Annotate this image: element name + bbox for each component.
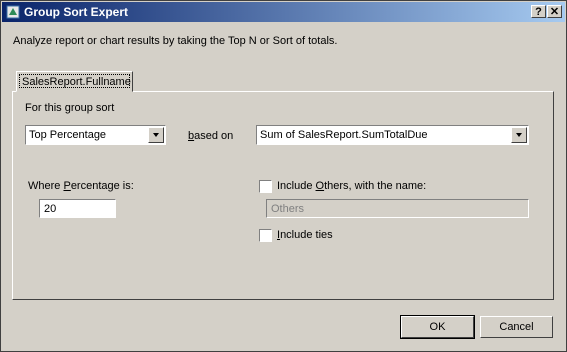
include-others-label: Include Others, with the name: <box>277 180 427 192</box>
group-sort-label: For this group sort <box>25 102 115 114</box>
cancel-button[interactable]: Cancel <box>480 316 553 338</box>
percentage-input[interactable]: 20 <box>39 199 116 218</box>
chevron-down-icon[interactable] <box>511 127 527 143</box>
chevron-down-icon[interactable] <box>148 127 164 143</box>
tab-salesreport-fullname[interactable]: SalesReport.Fullname <box>16 71 133 92</box>
window-title: Group Sort Expert <box>24 5 129 19</box>
others-name-input[interactable]: Others <box>266 199 529 218</box>
title-bar[interactable]: Group Sort Expert ? ✕ <box>2 2 565 22</box>
close-button[interactable]: ✕ <box>547 5 562 18</box>
include-ties-checkbox[interactable] <box>259 229 272 242</box>
based-on-select[interactable]: Sum of SalesReport.SumTotalDue <box>256 125 529 145</box>
help-button[interactable]: ? <box>531 5 546 18</box>
sort-type-select[interactable]: Top Percentage <box>25 125 166 145</box>
ok-button[interactable]: OK <box>400 315 475 339</box>
based-on-label: based on <box>188 130 234 142</box>
tab-panel: For this group sort Top Percentage based… <box>12 91 554 300</box>
app-icon <box>6 5 20 19</box>
group-sort-expert-dialog: Group Sort Expert ? ✕ Analyze report or … <box>0 0 567 352</box>
tab-focus-rect <box>19 74 130 88</box>
sort-type-value: Top Percentage <box>29 129 107 141</box>
percentage-label: Where Percentage is: <box>28 180 134 192</box>
include-others-checkbox[interactable] <box>259 180 272 193</box>
include-ties-label: Include ties <box>277 229 333 241</box>
dialog-description: Analyze report or chart results by takin… <box>13 35 338 47</box>
based-on-value: Sum of SalesReport.SumTotalDue <box>260 129 428 141</box>
